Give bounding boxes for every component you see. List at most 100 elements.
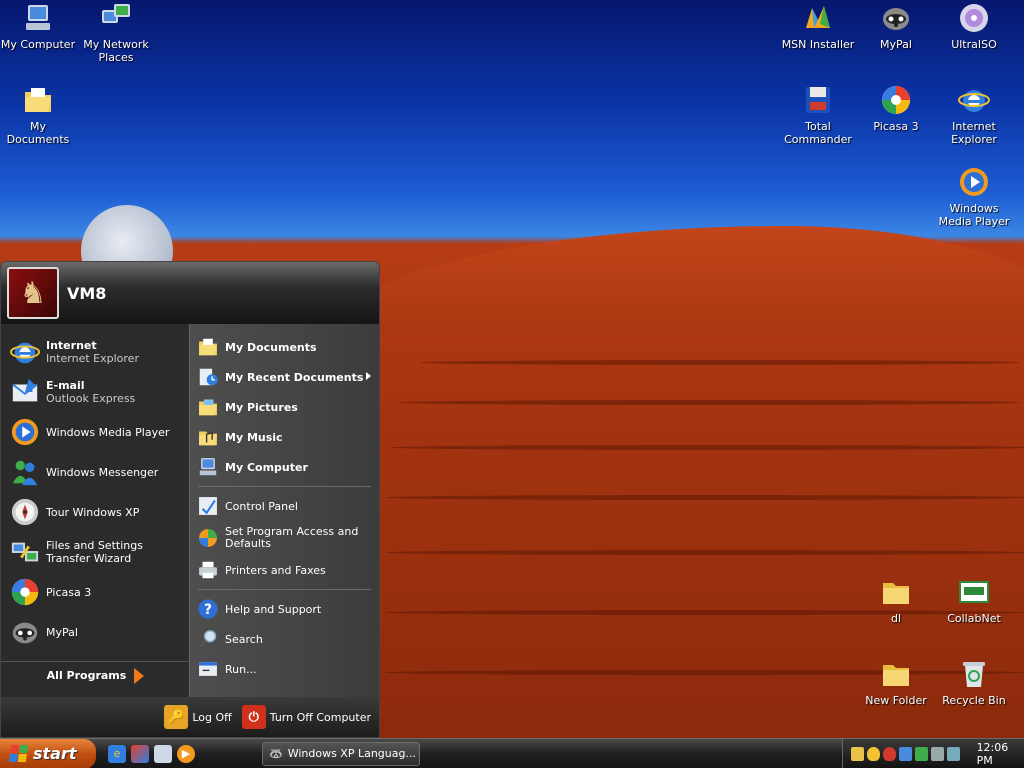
menu-item-title: Internet <box>46 339 97 352</box>
show-desktop-icon[interactable] <box>154 744 172 763</box>
network-places-icon <box>102 4 130 23</box>
menu-item-label: Search <box>225 632 263 646</box>
desktop-icon-recycle-bin[interactable]: Recycle Bin <box>934 658 1014 707</box>
picasa-icon <box>11 578 39 606</box>
all-programs-button[interactable]: All Programs <box>1 661 190 689</box>
internet-explorer-icon <box>10 342 40 364</box>
shield-icon[interactable] <box>866 747 880 761</box>
menu-item-control-panel[interactable]: Control Panel <box>190 491 379 521</box>
network-icon[interactable] <box>898 747 912 761</box>
desktop-icon-new-folder[interactable]: New Folder <box>856 658 936 707</box>
desktop-icon-label: MyPal <box>880 38 912 51</box>
printer-icon <box>199 561 217 579</box>
desktop-icon-media-player[interactable]: Windows Media Player <box>934 166 1014 228</box>
internet-explorer-icon[interactable]: e <box>108 744 126 763</box>
turn-off-label: Turn Off Computer <box>269 710 371 724</box>
user-avatar[interactable]: ♞ <box>7 267 59 319</box>
desktop-icon-total-commander[interactable]: Total Commander <box>778 84 858 146</box>
recycle-bin-icon <box>963 662 985 687</box>
log-off-button[interactable]: 🔑 Log Off <box>164 705 232 729</box>
clock[interactable]: 12:06 PM <box>977 741 1024 767</box>
menu-item-run[interactable]: Run... <box>190 654 379 684</box>
menu-item-my-computer[interactable]: My Computer <box>190 452 379 482</box>
run-icon <box>199 662 217 676</box>
my-documents-icon <box>199 338 217 356</box>
security-shield-icon[interactable] <box>882 747 896 761</box>
control-panel-icon <box>199 497 217 515</box>
system-tray: 12:06 PM <box>842 739 1024 768</box>
desktop-icon-ultraiso[interactable]: UltraISO <box>934 2 1014 51</box>
my-computer-icon <box>199 458 217 476</box>
menu-item-recent-documents[interactable]: My Recent Documents <box>190 362 379 392</box>
media-player-icon[interactable]: ▶ <box>177 744 195 763</box>
quick-launch: e ▶ <box>108 744 200 763</box>
folder-icon <box>883 583 909 604</box>
desktop-icon-my-documents[interactable]: My Documents <box>0 84 78 146</box>
menu-item-label: My Recent Documents <box>225 370 364 384</box>
menu-item-printers[interactable]: Printers and Faxes <box>190 555 379 585</box>
desktop-icon-label: Total Commander <box>784 120 852 146</box>
pinned-programs: Internet Internet Explorer E-mail Outlook … <box>1 324 190 697</box>
menu-item-label: Help and Support <box>225 602 322 616</box>
taskbar-button-language[interactable]: 🦝 Windows XP Languag... <box>262 741 420 766</box>
desktop-icon-dl[interactable]: dl <box>856 576 936 625</box>
key-icon[interactable] <box>851 747 864 761</box>
messenger-icon[interactable] <box>914 747 928 761</box>
bluetooth-icon[interactable] <box>946 747 960 761</box>
menu-item-picasa[interactable]: Picasa 3 <box>1 572 189 612</box>
mypal-icon: 🦝 <box>269 747 283 760</box>
picasa-icon <box>882 86 910 114</box>
menu-item-label: Files and Settings Transfer Wizard <box>46 539 143 565</box>
desktop: My Computer My Network Places My Documen… <box>0 0 1024 738</box>
desktop-icon-label: Internet Explorer <box>951 120 997 146</box>
turn-off-button[interactable]: ⏻ Turn Off Computer <box>241 705 371 729</box>
arrow-right-icon <box>134 667 145 684</box>
menu-item-program-access[interactable]: Set Program Access and Defaults <box>190 521 379 555</box>
taskbar-button-label: Windows XP Languag... <box>287 747 416 760</box>
menu-item-label: Picasa 3 <box>46 585 92 599</box>
menu-item-my-pictures[interactable]: My Pictures <box>190 392 379 422</box>
menu-item-messenger[interactable]: Windows Messenger <box>1 452 189 492</box>
menu-item-mypal[interactable]: MyPal <box>1 612 189 652</box>
folder-icon <box>883 665 909 686</box>
transfer-wizard-icon <box>11 542 39 562</box>
menu-item-subtitle: Internet Explorer <box>46 352 139 365</box>
desktop-icon-label: Picasa 3 <box>873 120 919 133</box>
menu-item-media-player[interactable]: Windows Media Player <box>1 412 189 452</box>
desktop-icon-my-computer[interactable]: My Computer <box>0 2 78 51</box>
desktop-icon-collabnet[interactable]: CollabNet <box>934 576 1014 625</box>
menu-item-my-music[interactable]: My Music <box>190 422 379 452</box>
log-off-label: Log Off <box>192 710 232 724</box>
volume-icon[interactable] <box>930 747 944 761</box>
recent-documents-icon <box>199 368 218 386</box>
key-icon: 🔑 <box>164 705 189 729</box>
desktop-icon-network-places[interactable]: My Network Places <box>76 2 156 64</box>
menu-item-search[interactable]: Search <box>190 624 379 654</box>
mypal-icon <box>883 8 909 30</box>
menu-item-title: E-mail <box>46 379 85 392</box>
desktop-icon-msn[interactable]: MSN Installer <box>778 2 858 51</box>
menu-item-tour[interactable]: Tour Windows XP <box>1 492 189 532</box>
menu-item-subtitle: Outlook Express <box>46 392 136 405</box>
total-commander-icon <box>806 87 830 113</box>
menu-item-label: MyPal <box>46 625 78 639</box>
messenger-icon <box>12 460 38 486</box>
desktop-icon-label: CollabNet <box>947 612 1001 625</box>
menu-item-transfer-wizard[interactable]: Files and Settings Transfer Wizard <box>1 532 189 572</box>
desktop-icon-mypal[interactable]: MyPal <box>856 2 936 51</box>
menu-item-help[interactable]: ? Help and Support <box>190 594 379 624</box>
start-label: start <box>33 744 77 763</box>
desktop-icon-label: My Documents <box>6 120 70 146</box>
menu-item-internet[interactable]: Internet Internet Explorer <box>1 332 189 372</box>
desktop-icon-internet-explorer[interactable]: Internet Explorer <box>934 84 1014 146</box>
ultraiso-icon <box>960 4 988 32</box>
menu-item-label: Set Program Access and Defaults <box>225 525 359 550</box>
desktop-icon-picasa[interactable]: Picasa 3 <box>856 84 936 133</box>
menu-item-email[interactable]: E-mail Outlook Express <box>1 372 189 412</box>
my-computer-icon <box>26 5 50 30</box>
picture-viewer-icon[interactable] <box>131 744 149 763</box>
program-access-icon <box>199 529 217 547</box>
places-column: My Documents My Recent Documents My Pict… <box>189 324 379 697</box>
menu-item-my-documents[interactable]: My Documents <box>190 332 379 362</box>
start-button[interactable]: start <box>0 738 96 768</box>
